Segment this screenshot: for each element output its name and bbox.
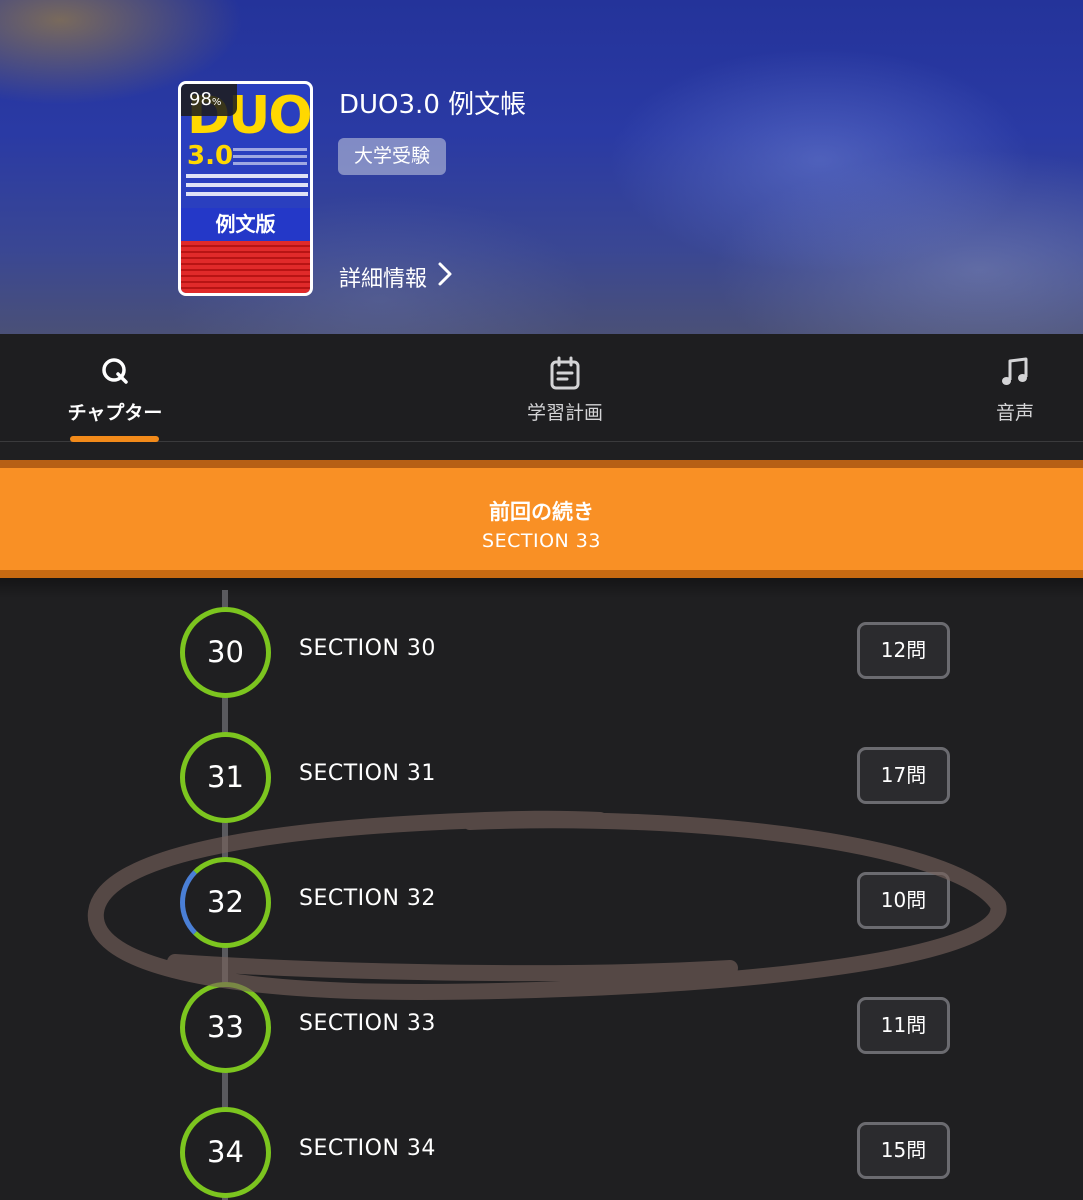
tab-audio[interactable]: 音声: [960, 334, 1070, 442]
cover-stripes: [181, 241, 310, 293]
book-title: DUO3.0 例文帳: [339, 90, 527, 120]
tab-audio-label: 音声: [995, 402, 1034, 424]
chevron-right-icon: [437, 261, 453, 293]
section-number: 31: [207, 760, 244, 794]
section-title: SECTION 34: [299, 1136, 436, 1161]
tab-chapter[interactable]: チャプター: [40, 334, 190, 442]
music-note-icon: [999, 356, 1031, 392]
detail-info-link[interactable]: 詳細情報: [339, 261, 453, 293]
continue-title: 前回の続き: [489, 500, 594, 524]
book-cover[interactable]: DUO 3.0 例文版 98%: [178, 81, 313, 296]
tab-study-plan-label: 学習計画: [526, 402, 603, 424]
progress-ring: 33: [180, 982, 271, 1073]
calendar-icon: [549, 356, 581, 394]
category-tag: 大学受験: [338, 138, 447, 175]
question-count-badge: 12問: [857, 622, 950, 679]
section-title: SECTION 30: [299, 636, 436, 661]
section-number: 32: [207, 885, 244, 919]
section-title: SECTION 31: [299, 761, 436, 786]
question-count-badge: 15問: [857, 1122, 950, 1179]
question-count-badge: 17問: [857, 747, 950, 804]
progress-unit: %: [211, 97, 222, 108]
cover-decoration: [186, 174, 308, 201]
tab-study-plan[interactable]: 学習計画: [490, 334, 640, 442]
section-row[interactable]: 33 SECTION 33 11問: [0, 955, 1083, 1080]
section-title: SECTION 33: [299, 1011, 436, 1036]
question-count-badge: 10問: [857, 872, 950, 929]
continue-subtitle: SECTION 33: [482, 530, 601, 552]
progress-percent: 98%: [181, 84, 237, 116]
cover-band: 例文版: [181, 208, 310, 241]
progress-value: 98: [189, 89, 212, 110]
cover-version: 3.0: [187, 141, 234, 171]
section-title: SECTION 32: [299, 886, 436, 911]
section-row[interactable]: 34 SECTION 34 15問: [0, 1080, 1083, 1200]
section-row[interactable]: 31 SECTION 31 17問: [0, 705, 1083, 830]
progress-ring: 30: [180, 607, 271, 698]
book-header: DUO 3.0 例文版 98% DUO3.0 例文帳 大学受験 詳細情報: [0, 0, 1083, 334]
continue-banner[interactable]: 前回の続き SECTION 33: [0, 460, 1083, 578]
cover-decoration: [233, 148, 307, 169]
tab-bar: チャプター 学習計画 音声: [0, 334, 1083, 442]
question-count-badge: 11問: [857, 997, 950, 1054]
tab-chapter-label: チャプター: [67, 402, 163, 424]
section-row[interactable]: 30 SECTION 30 12問: [0, 580, 1083, 705]
section-number: 33: [207, 1010, 244, 1044]
active-tab-indicator: [70, 436, 159, 442]
progress-ring: 31: [180, 732, 271, 823]
q-icon: [100, 356, 130, 390]
detail-info-label: 詳細情報: [339, 267, 428, 292]
section-row[interactable]: 32 SECTION 32 10問: [0, 830, 1083, 955]
section-number: 30: [207, 635, 244, 669]
section-number: 34: [207, 1135, 244, 1169]
progress-ring: 32: [180, 857, 271, 948]
progress-ring: 34: [180, 1107, 271, 1198]
